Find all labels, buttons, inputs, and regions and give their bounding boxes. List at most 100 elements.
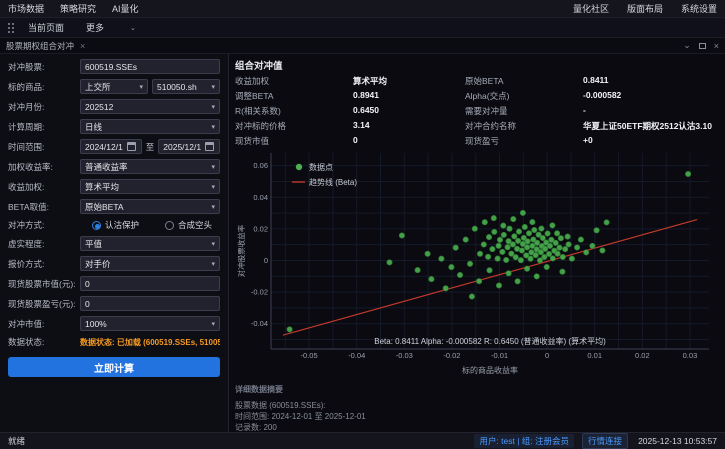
- menu-ai-quant[interactable]: AI量化: [112, 2, 139, 15]
- regression-details: 详细数据摘要 股票数据 (600519.SSEs): 时间范围: 2024-12…: [235, 384, 719, 432]
- menu-quant-community[interactable]: 量化社区: [573, 2, 609, 15]
- summary-label: 对冲标的价格: [235, 120, 353, 132]
- calendar-icon[interactable]: [205, 142, 214, 151]
- calc-period-select[interactable]: 日线▾: [80, 119, 220, 134]
- moneyness-label: 虚实程度:: [8, 238, 80, 250]
- svg-text:数据点: 数据点: [309, 162, 333, 172]
- summary-label: Alpha(交点): [465, 90, 583, 102]
- summary-value: -0.000582: [583, 90, 719, 102]
- status-clock: 2025-12-13 10:53:57: [638, 436, 717, 446]
- summary-value: 0.8941: [353, 90, 465, 102]
- radio-synthetic-short[interactable]: 合成空头: [165, 219, 212, 231]
- summary-label: 现货盈亏: [465, 135, 583, 147]
- hedge-month-label: 对冲月份:: [8, 101, 80, 113]
- summary-label: 现货市值: [235, 135, 353, 147]
- svg-text:-0.02: -0.02: [251, 288, 268, 297]
- chevron-down-icon: ▾: [211, 203, 215, 211]
- summary-value-contract: 华夏上证50ETF期权2512认沽3.10: [583, 120, 719, 132]
- spot-value-input[interactable]: 0: [80, 276, 220, 291]
- svg-text:0: 0: [264, 256, 268, 265]
- panel-close-icon[interactable]: ×: [714, 41, 719, 51]
- menu-strategy-research[interactable]: 策略研究: [60, 2, 96, 15]
- tab-close-icon[interactable]: ×: [80, 41, 85, 51]
- date-to-input[interactable]: 2025/12/1: [158, 139, 220, 154]
- summary-value: 0: [353, 135, 465, 147]
- radio-icon: [92, 221, 101, 230]
- summary-value: -: [583, 105, 719, 117]
- svg-text:标的商品收益率: 标的商品收益率: [462, 365, 518, 375]
- spot-pnl-input[interactable]: 0: [80, 296, 220, 311]
- radio-icon: [165, 221, 174, 230]
- status-user[interactable]: 用户: test | 组: 注册会员: [474, 434, 574, 448]
- details-line: 股票数据 (600519.SSEs):: [235, 400, 719, 411]
- svg-text:0.02: 0.02: [253, 224, 268, 233]
- svg-text:Beta: 0.8411 Alpha: -0.0005: Beta: 0.8411 Alpha: -0.000582 R: 0.6450 …: [374, 336, 606, 346]
- summary-label: R(相关系数): [235, 105, 353, 117]
- toolbar-current-page[interactable]: 当前页面: [28, 21, 64, 34]
- exchange-select[interactable]: 上交所▾: [80, 79, 148, 94]
- return-weight-label: 收益加权:: [8, 181, 80, 193]
- svg-text:0.03: 0.03: [683, 351, 698, 360]
- return-weight-select[interactable]: 算术平均▾: [80, 179, 220, 194]
- tab-label: 股票期权组合对冲: [6, 40, 74, 52]
- result-panel-title: 组合对冲值: [235, 58, 719, 72]
- svg-text:-0.03: -0.03: [396, 351, 413, 360]
- summary-value: 3.14: [353, 120, 465, 132]
- chevron-down-icon: ▾: [211, 163, 215, 171]
- summary-label: 调整BETA: [235, 90, 353, 102]
- menu-system-settings[interactable]: 系统设置: [681, 2, 717, 15]
- status-bar: 就绪 用户: test | 组: 注册会员 行情连接 2025-12-13 10…: [0, 432, 725, 449]
- svg-text:对冲股票收益率: 对冲股票收益率: [236, 224, 246, 277]
- radio-put-protection[interactable]: 认沽保护: [92, 219, 139, 231]
- hedge-stock-input[interactable]: 600519.SSEs: [80, 59, 220, 74]
- chevron-down-icon: ▾: [139, 83, 143, 91]
- toolbar: 当前页面 更多 ⌄: [0, 18, 725, 38]
- tab-bar: 股票期权组合对冲 × ⌄ ×: [0, 38, 725, 54]
- panel-popout-icon[interactable]: [699, 43, 706, 49]
- chevron-down-icon: ▾: [211, 320, 215, 328]
- details-line: 时间范围: 2024-12-01 至 2025-12-01: [235, 411, 719, 422]
- tab-option-hedge[interactable]: 股票期权组合对冲 ×: [6, 40, 85, 52]
- summary-value: 0.6450: [353, 105, 465, 117]
- return-type-label: 加权收益率:: [8, 161, 80, 173]
- beta-source-label: BETA取值:: [8, 201, 80, 213]
- main-content: 对冲股票: 600519.SSEs 标的商品: 上交所▾ 510050.sh▾ …: [0, 54, 725, 432]
- chevron-down-icon: ▾: [211, 240, 215, 248]
- svg-text:0.02: 0.02: [635, 351, 650, 360]
- menu-layout[interactable]: 版面布局: [627, 2, 663, 15]
- summary-label: 收益加权: [235, 75, 353, 87]
- hedge-ratio-label: 对冲市值:: [8, 318, 80, 330]
- status-market-connection[interactable]: 行情连接: [582, 433, 628, 449]
- svg-text:0.01: 0.01: [587, 351, 602, 360]
- status-ready: 就绪: [8, 435, 25, 447]
- hedge-ratio-select[interactable]: 100%▾: [80, 316, 220, 331]
- hedge-config-panel: 对冲股票: 600519.SSEs 标的商品: 上交所▾ 510050.sh▾ …: [0, 54, 229, 432]
- calculate-button[interactable]: 立即计算: [8, 357, 220, 377]
- grid-menu-icon[interactable]: [8, 23, 18, 33]
- menu-market-data[interactable]: 市场数据: [8, 2, 44, 15]
- hedge-mode-radio-group: 认沽保护 合成空头: [80, 219, 220, 231]
- hedge-result-panel: 组合对冲值 收益加权 算术平均 原始BETA 0.8411 调整BETA 0.8…: [229, 54, 725, 432]
- chevron-down-icon: ▾: [211, 183, 215, 191]
- moneyness-select[interactable]: 平值▾: [80, 236, 220, 251]
- svg-text:-0.05: -0.05: [301, 351, 318, 360]
- summary-value: +0: [583, 135, 719, 147]
- date-range-to-word: 至: [146, 141, 155, 153]
- calendar-icon[interactable]: [127, 142, 136, 151]
- date-from-input[interactable]: 2024/12/1: [80, 139, 142, 154]
- quote-mode-label: 报价方式:: [8, 258, 80, 270]
- summary-value: 0.8411: [583, 75, 719, 87]
- quote-mode-select[interactable]: 对手价▾: [80, 256, 220, 271]
- chevron-down-icon: ▾: [211, 260, 215, 268]
- hedge-month-select[interactable]: 202512▾: [80, 99, 220, 114]
- chevron-down-icon: ▾: [211, 123, 215, 131]
- hedge-mode-label: 对冲方式:: [8, 219, 80, 231]
- data-status-label: 数据状态:: [8, 336, 80, 348]
- underlying-code-select[interactable]: 510050.sh▾: [152, 79, 220, 94]
- panel-collapse-icon[interactable]: ⌄: [683, 40, 691, 51]
- beta-source-select[interactable]: 原始BETA▾: [80, 199, 220, 214]
- toolbar-more[interactable]: 更多: [86, 21, 104, 34]
- details-line: 记录数: 200: [235, 422, 719, 432]
- return-type-select[interactable]: 普通收益率▾: [80, 159, 220, 174]
- hedge-stock-label: 对冲股票:: [8, 61, 80, 73]
